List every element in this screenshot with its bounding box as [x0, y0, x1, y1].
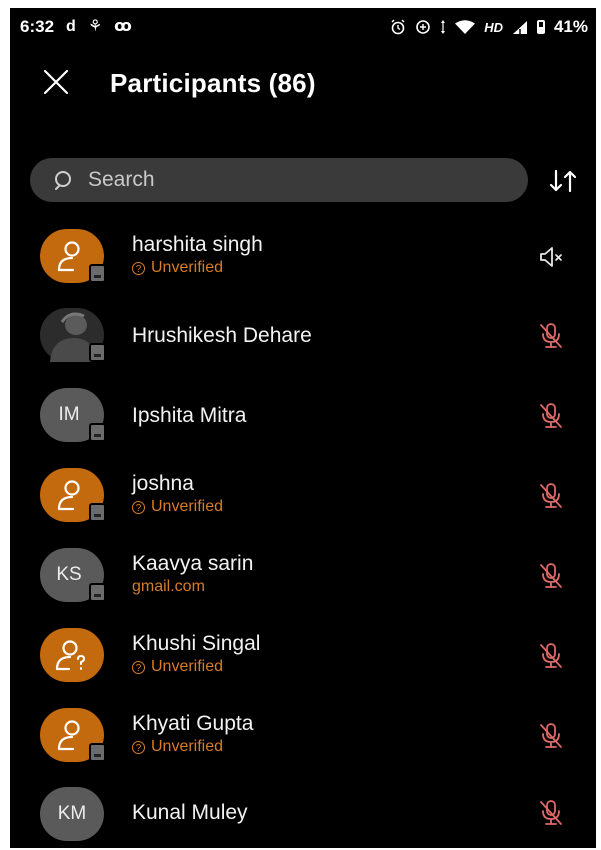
participant-row[interactable]: Khushi Singal ? Unverified	[10, 628, 596, 704]
status-app-icon-infinity: ꝏ	[114, 18, 132, 35]
guest-user-icon	[57, 720, 80, 751]
speaker-muted-icon[interactable]	[538, 243, 564, 271]
participant-row[interactable]: KS Kaavya sarin gmail.com	[10, 548, 596, 624]
participant-status-label: Unverified	[151, 498, 224, 515]
data-saver-icon	[416, 20, 430, 34]
close-button[interactable]	[40, 66, 72, 98]
initials-avatar: KM	[40, 787, 104, 841]
signal-icon	[512, 20, 527, 34]
participant-status: ? Unverified	[132, 259, 223, 277]
initials-avatar: KS	[40, 548, 106, 602]
participant-row[interactable]: KM Kunal Muley	[10, 787, 596, 848]
participant-email: gmail.com	[132, 578, 205, 596]
status-bar: 6:32 d ⚘ ꝏ HD 41%	[10, 8, 596, 46]
participant-row[interactable]: joshna ? Unverified	[10, 468, 596, 544]
participant-status-label: Unverified	[151, 658, 224, 675]
participant-name: Khushi Singal	[132, 632, 261, 655]
device-badge	[89, 343, 106, 362]
guest-user-unknown-icon	[55, 640, 86, 671]
status-app-icon-flower: ⚘	[87, 18, 103, 35]
participant-name: Ipshita Mitra	[132, 404, 247, 427]
device-badge	[89, 423, 106, 442]
participant-status: ? Unverified	[132, 738, 223, 756]
question-circle-icon: ?	[132, 740, 145, 754]
status-app-icon-d: d	[66, 18, 76, 35]
mic-muted-icon[interactable]	[538, 402, 564, 430]
close-icon	[43, 69, 69, 95]
avatar-initials: KM	[57, 803, 87, 824]
network-type-label: HD	[484, 19, 503, 35]
participant-email-label: gmail.com	[132, 578, 205, 595]
participant-name: Khyati Gupta	[132, 712, 254, 735]
status-time: 6:32	[20, 17, 55, 36]
participant-row[interactable]: Hrushikesh Dehare	[10, 308, 596, 384]
device-badge	[89, 743, 106, 762]
avatar-initials: KS	[56, 564, 82, 585]
search-icon	[55, 171, 71, 190]
mic-muted-icon[interactable]	[538, 722, 564, 750]
alarm-icon	[391, 19, 405, 35]
question-circle-icon: ?	[132, 660, 145, 674]
battery-percent: 41%	[553, 17, 588, 36]
device-badge	[89, 503, 106, 522]
mic-muted-icon[interactable]	[538, 482, 564, 510]
guest-avatar	[40, 468, 106, 522]
participant-row[interactable]: Khyati Gupta ? Unverified	[10, 708, 596, 784]
initials-avatar: IM	[40, 388, 106, 442]
participant-name: joshna	[132, 472, 194, 495]
sort-button[interactable]	[547, 168, 579, 194]
participant-status: ? Unverified	[132, 498, 223, 516]
participant-name: Hrushikesh Dehare	[132, 324, 312, 347]
participant-name: Kunal Muley	[132, 801, 248, 824]
mic-muted-icon[interactable]	[538, 322, 564, 350]
mic-muted-icon[interactable]	[538, 642, 564, 670]
avatar-initials: IM	[58, 404, 80, 425]
guest-user-icon	[57, 480, 80, 511]
data-arrows-icon	[441, 20, 446, 34]
app-screen: 6:32 d ⚘ ꝏ HD 41% Participants (86) Sear…	[10, 8, 596, 848]
page-title: Participants (86)	[110, 68, 316, 98]
photo-avatar	[40, 308, 106, 362]
device-badge	[89, 583, 106, 602]
participant-status-label: Unverified	[151, 259, 224, 276]
participant-status-label: Unverified	[151, 738, 224, 755]
mic-muted-icon[interactable]	[538, 562, 564, 590]
question-circle-icon: ?	[132, 500, 145, 514]
status-right: HD 41%	[390, 17, 588, 37]
participant-name: harshita singh	[132, 233, 263, 256]
question-circle-icon: ?	[132, 261, 145, 275]
guest-avatar	[40, 628, 104, 682]
sort-arrows-icon	[549, 169, 577, 193]
participant-row[interactable]: harshita singh ? Unverified	[10, 229, 596, 305]
search-input[interactable]	[86, 167, 490, 193]
participant-status: ? Unverified	[132, 658, 223, 676]
participant-name: Kaavya sarin	[132, 552, 254, 575]
guest-user-icon	[57, 241, 80, 272]
battery-icon	[536, 20, 545, 34]
device-badge	[89, 264, 106, 283]
guest-avatar	[40, 229, 106, 283]
search-bar[interactable]	[30, 158, 528, 202]
mic-muted-icon[interactable]	[538, 799, 564, 827]
status-left: 6:32 d ⚘ ꝏ	[20, 17, 132, 37]
guest-avatar	[40, 708, 106, 762]
participant-row[interactable]: IM Ipshita Mitra	[10, 388, 596, 464]
wifi-icon	[455, 19, 476, 34]
